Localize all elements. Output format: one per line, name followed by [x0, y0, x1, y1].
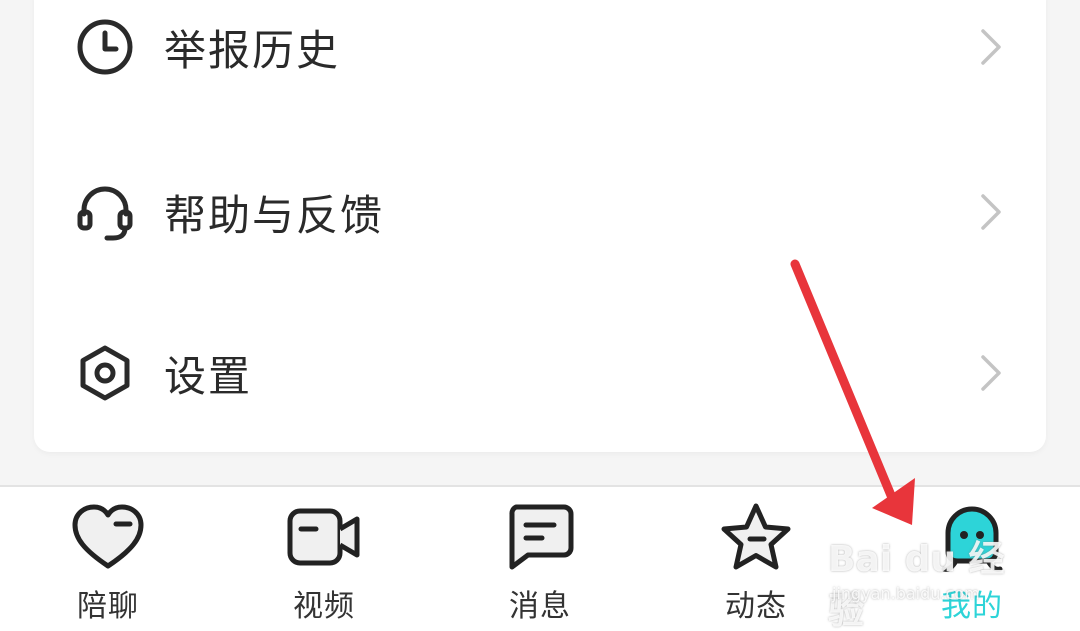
menu-item-label: 举报历史: [164, 25, 341, 75]
clock-icon: [74, 16, 136, 78]
menu-item-label: 设置: [164, 351, 253, 401]
menu-item-report-history[interactable]: 举报历史: [34, 0, 1046, 102]
star-icon: [718, 499, 794, 575]
tab-label: 消息: [509, 589, 571, 624]
menu-item-label: 帮助与反馈: [164, 190, 385, 240]
tab-messages[interactable]: 消息: [432, 487, 648, 631]
video-camera-icon: [286, 499, 362, 575]
chevron-right-icon: [976, 351, 1006, 395]
tab-label: 视频: [293, 589, 355, 624]
chevron-right-icon: [976, 25, 1006, 69]
tab-chat-companion[interactable]: 陪聊: [0, 487, 216, 631]
watermark-sub: jingyan.baidu.com: [832, 584, 980, 603]
tab-label: 陪聊: [77, 589, 139, 624]
tab-video[interactable]: 视频: [216, 487, 432, 631]
menu-item-help-feedback[interactable]: 帮助与反馈: [34, 157, 1046, 267]
chevron-right-icon: [976, 190, 1006, 234]
hexagon-settings-icon: [74, 342, 136, 404]
headset-icon: [74, 181, 136, 243]
menu-item-settings[interactable]: 设置: [34, 318, 1046, 428]
watermark-main: Bai du 经验: [828, 539, 1005, 631]
baidu-watermark: Bai du 经验 jingyan.baidu.com: [828, 530, 1028, 631]
message-bubble-icon: [502, 499, 578, 575]
heart-icon: [70, 499, 146, 575]
